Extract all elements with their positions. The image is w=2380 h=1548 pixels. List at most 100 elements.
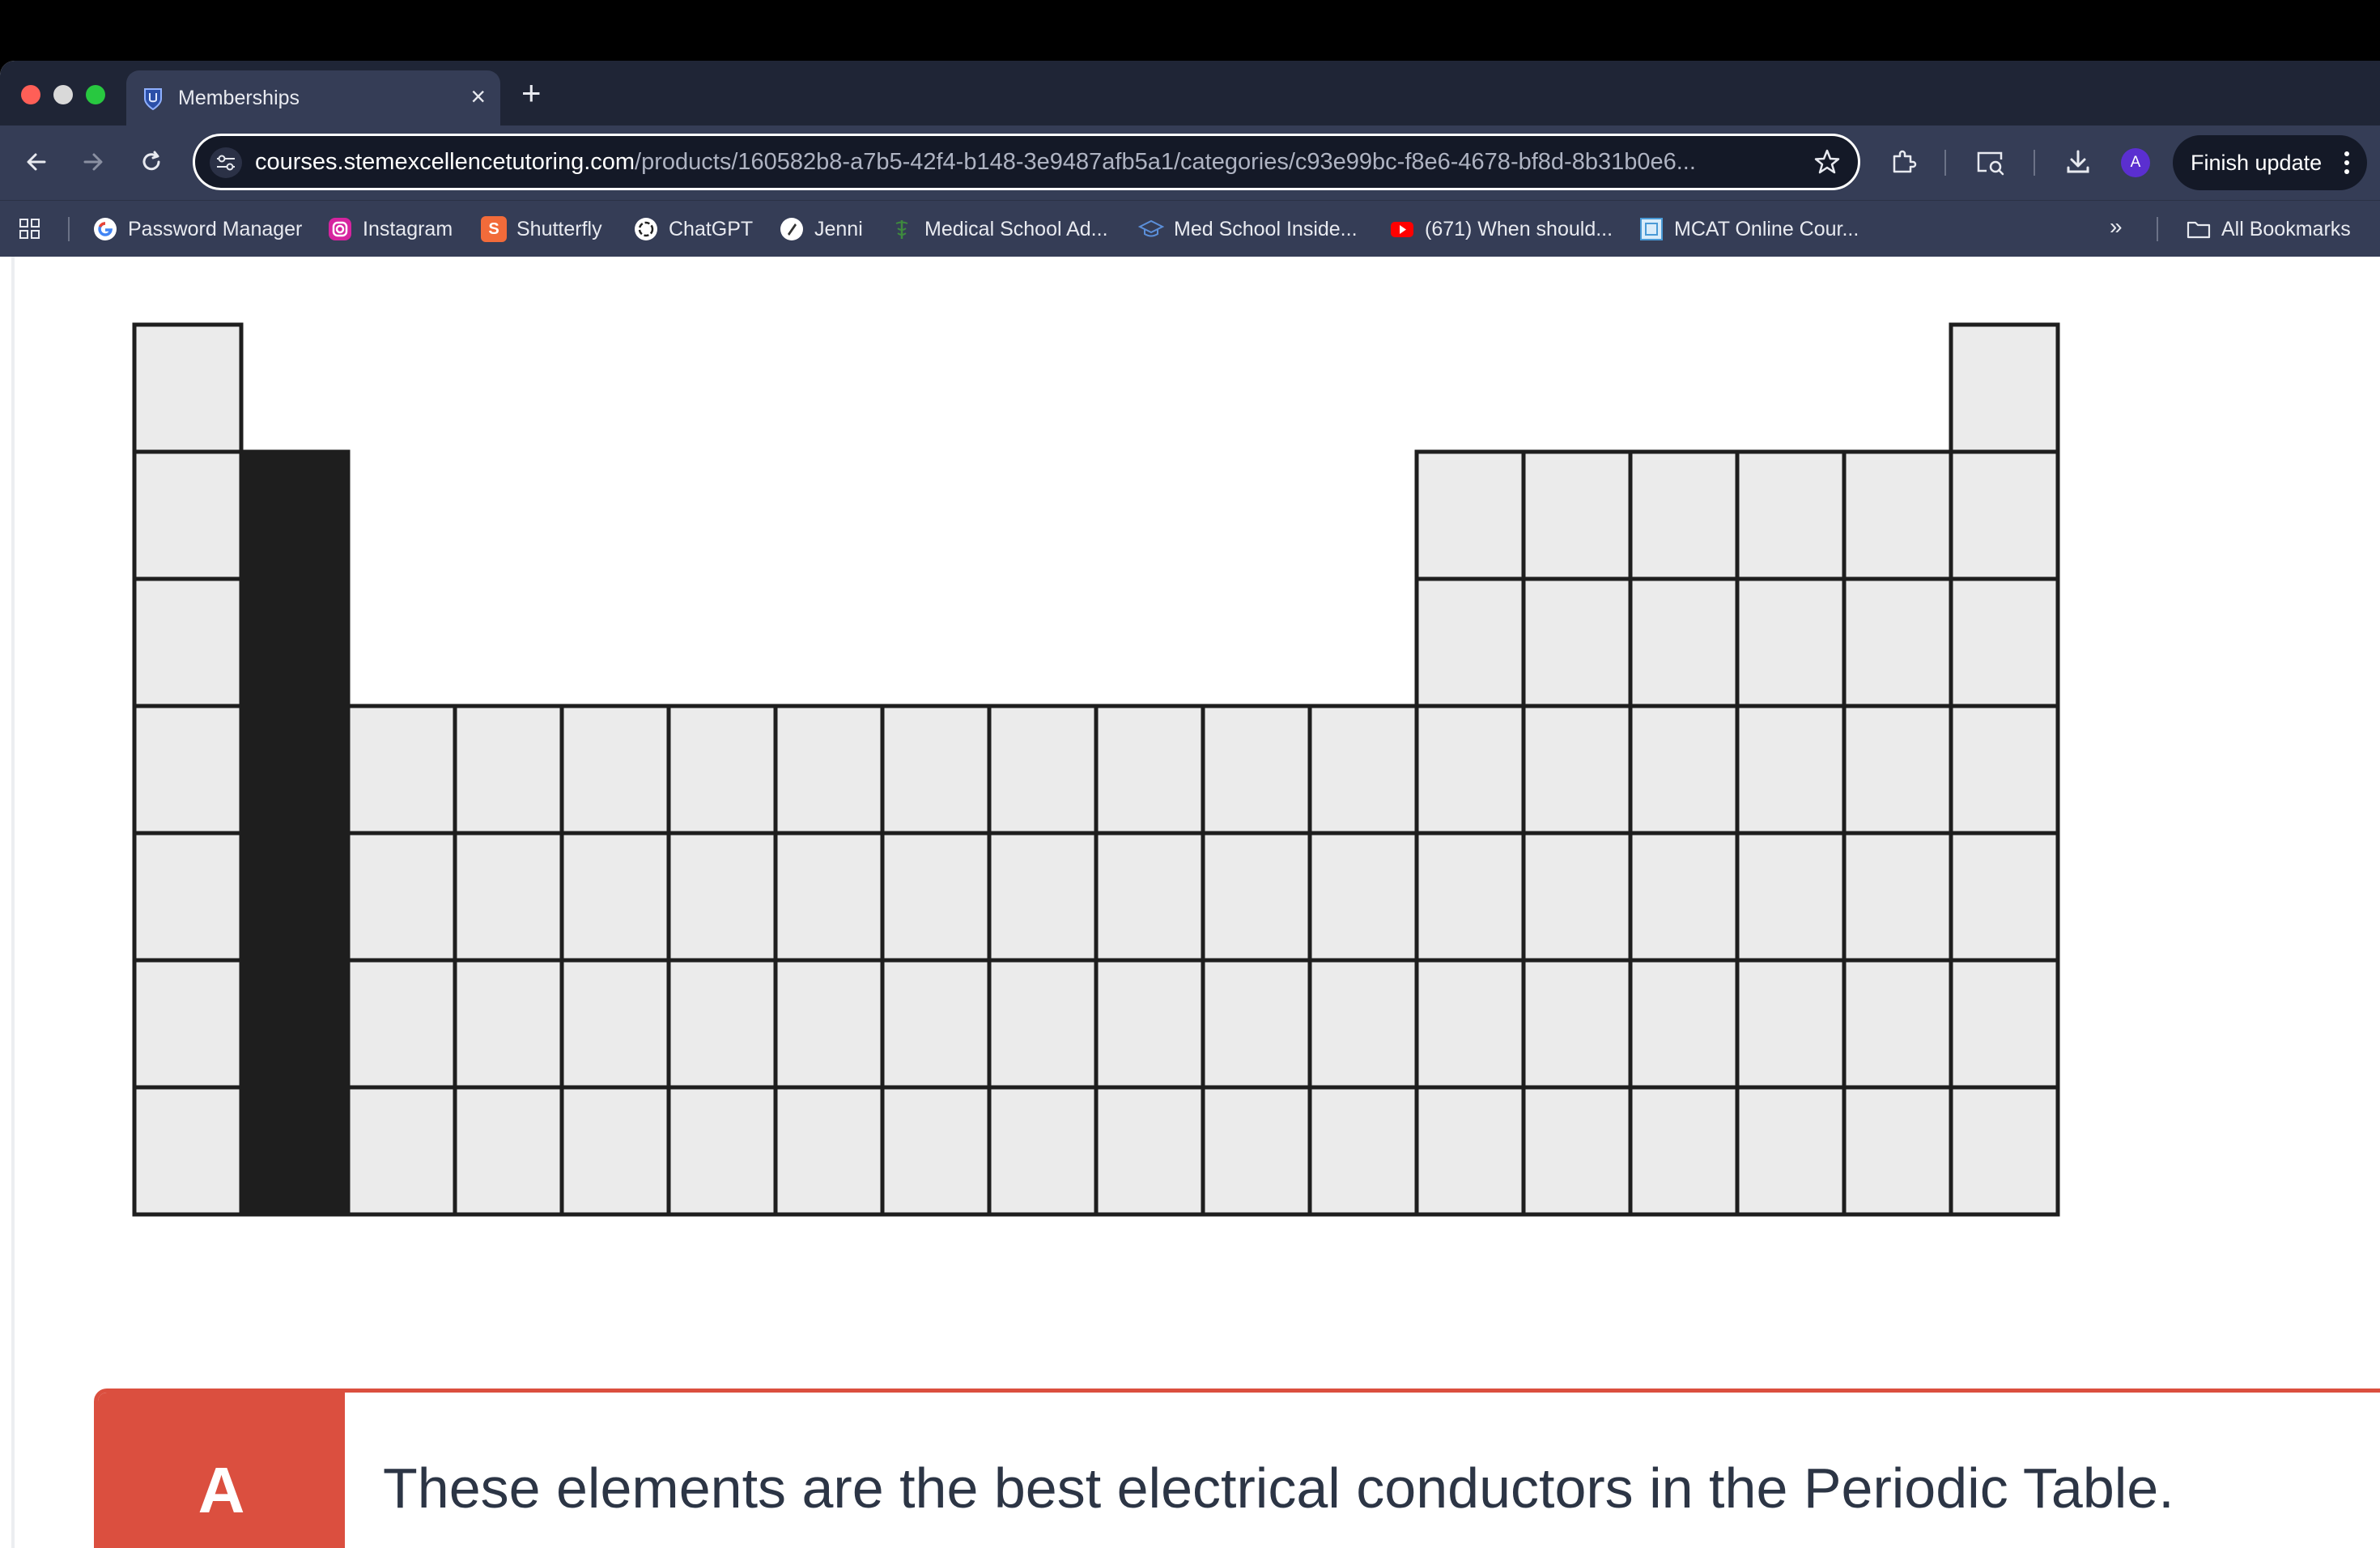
downloads-button[interactable] [2059, 143, 2097, 181]
youtube-icon [1391, 222, 1413, 237]
element-cell [1628, 449, 1740, 581]
bookmark-mcat-online-course[interactable]: MCAT Online Cour... [1638, 214, 1859, 245]
bookmark-chatgpt[interactable]: ChatGPT [633, 214, 753, 245]
element-cell [666, 1085, 778, 1217]
bookmark-label: Shutterfly [516, 217, 602, 240]
tab-title: Memberships [178, 87, 300, 109]
element-cell [666, 704, 778, 836]
element-cell [132, 449, 244, 581]
lens-search-button[interactable] [1972, 143, 2009, 181]
bookmark-instagram[interactable]: Instagram [327, 214, 453, 245]
element-cell [1094, 831, 1205, 963]
element-cell [1735, 449, 1847, 581]
element-cell [1094, 958, 1205, 1090]
apps-grid-icon[interactable] [18, 217, 42, 241]
element-cell [453, 831, 564, 963]
toolbar-separator [2034, 150, 2035, 176]
site-info-button[interactable] [210, 147, 242, 178]
extensions-button[interactable] [1885, 143, 1922, 181]
element-cell [1949, 704, 2060, 836]
element-cell [132, 1085, 244, 1217]
element-cell [1949, 322, 2060, 454]
element-cell [880, 958, 992, 1090]
element-cell [880, 1085, 992, 1217]
element-cell [1949, 576, 2060, 708]
element-cell [1521, 576, 1633, 708]
element-cell [1842, 576, 1953, 708]
bookmark-label: Medical School Ad... [924, 217, 1108, 240]
element-cell [1842, 1085, 1953, 1217]
element-cell-highlighted [239, 1085, 351, 1217]
tab-close-icon[interactable]: × [470, 82, 486, 112]
finish-update-button[interactable]: Finish update [2173, 135, 2367, 190]
element-cell [1201, 831, 1312, 963]
element-cell [453, 958, 564, 1090]
element-cell [987, 704, 1099, 836]
answer-option-a[interactable]: A These elements are the best electrical… [94, 1389, 2380, 1548]
new-tab-button[interactable]: + [521, 74, 542, 113]
profile-avatar[interactable]: A [2121, 148, 2150, 177]
tab-memberships[interactable]: Memberships × [126, 70, 500, 125]
element-cell [132, 576, 244, 708]
bookmark-label: Instagram [363, 217, 453, 240]
element-cell-highlighted [239, 449, 351, 581]
element-cell [987, 831, 1099, 963]
element-cell-highlighted [239, 576, 351, 708]
instagram-icon [329, 218, 351, 240]
element-cell [1735, 576, 1847, 708]
mcat-icon [1640, 218, 1663, 240]
reload-button[interactable] [131, 142, 172, 182]
element-cell [1628, 958, 1740, 1090]
bookmark-shutterfly[interactable]: S Shutterfly [481, 214, 602, 245]
element-cell [346, 831, 457, 963]
bookmark-jenni[interactable]: Jenni [779, 214, 863, 245]
folder-icon [2187, 221, 2211, 239]
element-cell [559, 1085, 671, 1217]
element-cell [1414, 704, 1526, 836]
element-cell [559, 958, 671, 1090]
bookmark-password-manager[interactable]: Password Manager [92, 214, 302, 245]
element-cell [559, 831, 671, 963]
all-bookmarks-label: All Bookmarks [2221, 217, 2351, 240]
google-icon [94, 218, 117, 240]
element-cell [559, 704, 671, 836]
page-content: A These elements are the best electrical… [0, 257, 2380, 1548]
element-cell [1735, 704, 1847, 836]
element-cell [773, 831, 885, 963]
caduceus-icon [895, 220, 908, 239]
address-bar[interactable]: courses.stemexcellencetutoring.com/produ… [193, 134, 1860, 190]
bookmarks-bar: Password Manager Instagram S Shutterfly … [0, 200, 2380, 257]
element-cell [1735, 831, 1847, 963]
arrow-left-icon [27, 153, 46, 171]
element-cell [1201, 704, 1312, 836]
answer-text: These elements are the best electrical c… [383, 1457, 2174, 1520]
kebab-menu-icon [2344, 151, 2349, 174]
element-cell [1949, 449, 2060, 581]
all-bookmarks-button[interactable]: All Bookmarks [2186, 214, 2351, 245]
answer-letter: A [198, 1454, 245, 1526]
window-maximize-button[interactable] [86, 85, 105, 104]
element-cell [1094, 1085, 1205, 1217]
bookmark-youtube-video[interactable]: (671) When should... [1389, 214, 1613, 245]
element-cell [1307, 704, 1419, 836]
bookmarks-overflow-chevron-icon[interactable]: » [2110, 214, 2123, 240]
download-icon [2067, 150, 2089, 173]
toolbar-separator [1944, 150, 1946, 176]
back-button[interactable] [16, 142, 57, 182]
bookmark-med-school-inside[interactable]: Med School Inside... [1138, 214, 1358, 245]
graduation-cap-icon [1138, 219, 1164, 237]
bookmarks-separator [2157, 217, 2158, 241]
window-close-button[interactable] [21, 85, 40, 104]
element-cell [1842, 831, 1953, 963]
bookmark-medical-school-ad[interactable]: Medical School Ad... [889, 214, 1108, 245]
url-text[interactable]: courses.stemexcellencetutoring.com/produ… [255, 149, 1696, 176]
bookmark-star-icon[interactable] [1813, 147, 1842, 176]
forward-button[interactable] [73, 142, 113, 182]
element-cell [1735, 1085, 1847, 1217]
element-cell [1307, 1085, 1419, 1217]
shield-favicon-icon [144, 88, 162, 111]
element-cell [666, 958, 778, 1090]
browser-window: Memberships × + courses.stemexcellencetu… [0, 61, 2380, 1548]
element-cell [880, 704, 992, 836]
window-minimize-button[interactable] [53, 85, 73, 104]
